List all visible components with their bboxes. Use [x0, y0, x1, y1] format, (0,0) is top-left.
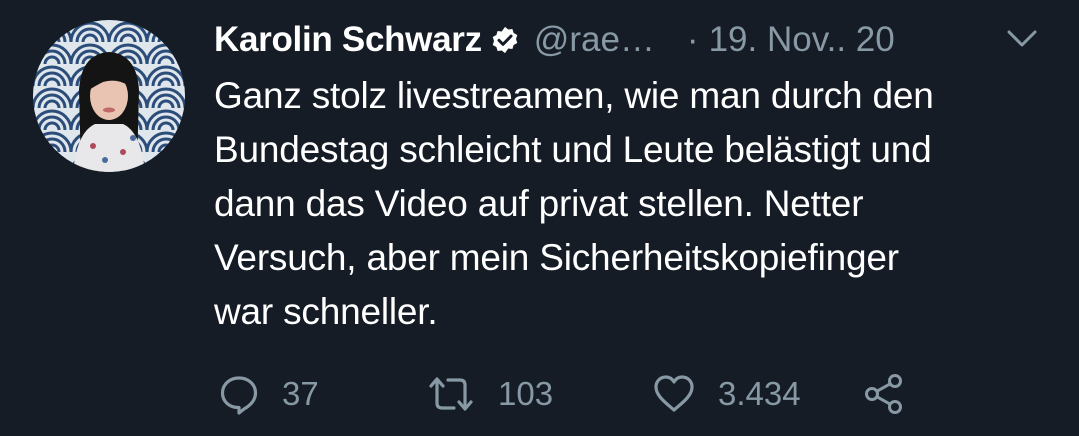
retweet-count: 103 [498, 375, 554, 412]
share-button[interactable] [862, 366, 906, 422]
tweet-text: Ganz stolz livestreamen, wie man durch d… [214, 75, 934, 332]
separator-dot: · [686, 20, 699, 59]
retweet-button[interactable]: 103 [426, 366, 553, 422]
reply-button[interactable]: 37 [218, 366, 319, 422]
like-count: 3.434 [718, 375, 801, 412]
tweet-header: Karolin Schwarz @rae… · 19. Nov.. 20 [214, 17, 1054, 63]
heart-icon [652, 373, 696, 415]
reply-count: 37 [282, 375, 319, 412]
tweet-actions: 37 103 3.434 [214, 366, 934, 422]
verified-badge-icon [490, 25, 520, 55]
author-handle[interactable]: @rae… [534, 20, 655, 60]
like-button[interactable]: 3.434 [652, 366, 801, 422]
share-icon [862, 372, 906, 416]
avatar[interactable] [33, 20, 185, 172]
avatar-image [33, 20, 185, 172]
reply-icon [218, 373, 260, 415]
chevron-down-icon[interactable] [1004, 27, 1040, 51]
author-name[interactable]: Karolin Schwarz [214, 20, 482, 60]
tweet-date[interactable]: 19. Nov.. 20 [709, 20, 895, 60]
retweet-icon [426, 373, 476, 415]
